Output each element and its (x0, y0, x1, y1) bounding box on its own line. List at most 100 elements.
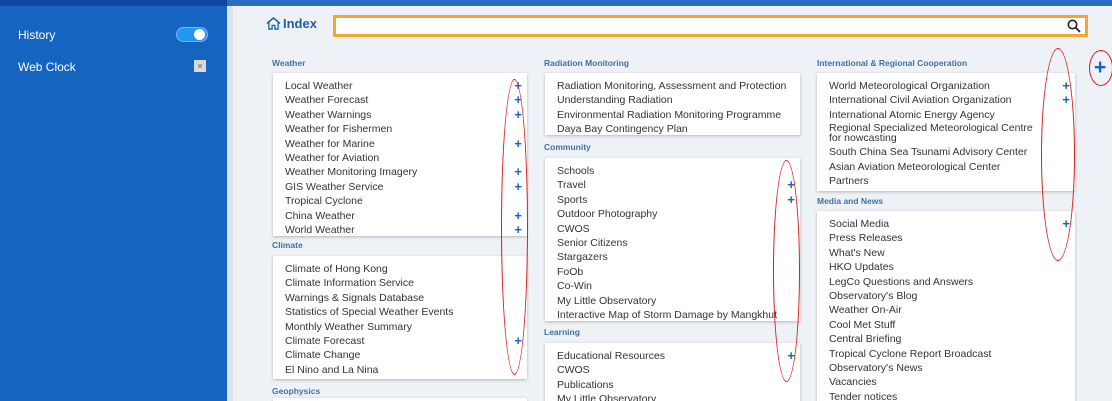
international-panel: World Meteorological Organization + Intern… (817, 73, 1075, 191)
history-toggle[interactable] (176, 27, 208, 42)
list-item[interactable]: Sports + (545, 192, 800, 207)
list-item[interactable]: Weather Warnings + (273, 107, 527, 122)
list-item[interactable]: Regional Specialized Meteorological Cent… (817, 122, 1075, 144)
list-item[interactable]: Stargazers (545, 250, 800, 264)
list-item[interactable]: Social Media + (817, 216, 1075, 231)
list-item-label: South China Sea Tsunami Advisory Center (829, 146, 1028, 159)
list-item[interactable]: Tender notices (817, 390, 1075, 401)
list-item[interactable]: Climate Information Service (273, 276, 527, 290)
list-item[interactable]: Schools (545, 164, 800, 178)
list-item[interactable]: Tropical Cyclone (273, 194, 527, 208)
list-item-label: Regional Specialized Meteorological Cent… (829, 122, 1033, 145)
list-item[interactable]: Interactive Map of Storm Damage by Mangk… (545, 308, 800, 322)
list-item[interactable]: Vacancies (817, 375, 1075, 389)
list-item-label: My Little Observatory (557, 393, 657, 401)
list-item[interactable]: Daya Bay Contingency Plan (545, 122, 800, 136)
list-item[interactable]: World Meteorological Organization + (817, 78, 1075, 93)
list-item[interactable]: CWOS (545, 222, 800, 236)
list-item[interactable]: Publications (545, 378, 800, 392)
annotation-ellipse (1041, 48, 1075, 261)
media-panel: Social Media + Press Releases What's New HKO… (817, 211, 1075, 401)
list-item[interactable]: Weather for Marine + (273, 136, 527, 151)
list-item[interactable]: Educational Resources + (545, 348, 800, 363)
list-item-label: Monthly Weather Summary (285, 320, 413, 333)
list-item[interactable]: Climate Change (273, 348, 527, 362)
list-item[interactable]: Local Weather + (273, 78, 527, 93)
sidebar-item-label: History (18, 28, 56, 42)
list-item[interactable]: GIS Weather Service + (273, 179, 527, 194)
list-item[interactable]: Observatory's News (817, 361, 1075, 375)
geophysics-title[interactable]: Geophysics (272, 386, 320, 396)
list-item[interactable]: International Civil Aviation Organizatio… (817, 92, 1075, 107)
list-item-label: Weather for Fishermen (285, 123, 393, 136)
list-item-label: International Atomic Energy Agency (829, 108, 995, 121)
list-item[interactable]: Press Releases (817, 231, 1075, 245)
list-item-label: China Weather (285, 209, 355, 222)
list-item[interactable]: Observatory's Blog (817, 289, 1075, 303)
radiation-title[interactable]: Radiation Monitoring (544, 58, 629, 68)
list-item[interactable]: Warnings & Signals Database (273, 291, 527, 305)
list-item[interactable]: Climate of Hong Kong (273, 262, 527, 276)
list-item[interactable]: My Little Observatory (545, 392, 800, 401)
list-item[interactable]: Asian Aviation Meteorological Center (817, 160, 1075, 174)
community-title[interactable]: Community (544, 142, 591, 152)
sidebar-item-web-clock[interactable]: Web Clock × (0, 51, 227, 80)
sidebar-item-history[interactable]: History (0, 19, 227, 48)
list-item[interactable]: Weather Monitoring Imagery + (273, 164, 527, 179)
list-item[interactable]: Monthly Weather Summary (273, 320, 527, 334)
list-item-label: FoOb (557, 265, 584, 278)
list-item[interactable]: Partners (817, 174, 1075, 188)
list-item-label: GIS Weather Service (285, 180, 384, 193)
list-item[interactable]: LegCo Questions and Answers (817, 275, 1075, 289)
list-item[interactable]: Climate Forecast + (273, 333, 527, 348)
list-item[interactable]: Travel + (545, 177, 800, 192)
list-item[interactable]: South China Sea Tsunami Advisory Center (817, 145, 1075, 159)
list-item[interactable]: Weather On-Air (817, 303, 1075, 317)
list-item[interactable]: Statistics of Special Weather Events (273, 305, 527, 319)
list-item-label: Stargazers (557, 251, 608, 264)
list-item-label: Weather On-Air (829, 304, 902, 317)
list-item[interactable]: HKO Updates (817, 260, 1075, 274)
expand-all-icon[interactable]: + (1094, 56, 1106, 80)
climate-title[interactable]: Climate (272, 240, 303, 250)
weather-title[interactable]: Weather (272, 58, 305, 68)
learning-panel: Educational Resources + CWOS Publications My… (545, 343, 800, 401)
list-item[interactable]: China Weather + (273, 208, 527, 223)
list-item[interactable]: Outdoor Photography (545, 207, 800, 221)
list-item[interactable]: Weather Forecast + (273, 92, 527, 107)
list-item[interactable]: Weather for Aviation (273, 151, 527, 165)
list-item-label: Weather Monitoring Imagery (285, 166, 418, 179)
annotation-ellipse (773, 160, 800, 382)
list-item[interactable]: Weather for Fishermen (273, 122, 527, 136)
list-item[interactable]: Tropical Cyclone Report Broadcast (817, 347, 1075, 361)
list-item-label: Tropical Cyclone (285, 195, 363, 208)
list-item-label: Outdoor Photography (557, 208, 658, 221)
learning-title[interactable]: Learning (544, 327, 580, 337)
list-item[interactable]: FoOb (545, 265, 800, 279)
list-item[interactable]: Cool Met Stuff (817, 318, 1075, 332)
index-link[interactable]: Index (266, 16, 317, 31)
list-item[interactable]: Senior Citizens (545, 236, 800, 250)
list-item[interactable]: International Atomic Energy Agency (817, 108, 1075, 122)
close-icon[interactable]: × (194, 60, 206, 72)
search-bar[interactable] (333, 15, 1088, 37)
list-item[interactable]: Radiation Monitoring, Assessment and Pro… (545, 79, 800, 93)
list-item[interactable]: Environmental Radiation Monitoring Progr… (545, 108, 800, 122)
list-item-label: Social Media (829, 218, 890, 230)
media-title[interactable]: Media and News (817, 196, 883, 206)
search-icon[interactable] (1067, 19, 1081, 33)
list-item[interactable]: What's New (817, 246, 1075, 260)
list-item-label: Partners (829, 175, 869, 187)
list-item[interactable]: World Weather + (273, 222, 527, 237)
list-item-label: Statistics of Special Weather Events (285, 306, 454, 319)
list-item[interactable]: Central Briefing (817, 332, 1075, 346)
list-item[interactable]: My Little Observatory (545, 294, 800, 308)
list-item[interactable]: Co-Win (545, 279, 800, 293)
list-item[interactable]: Understanding Radiation (545, 93, 800, 107)
list-item[interactable]: CWOS (545, 363, 800, 377)
list-item-label: Senior Citizens (557, 237, 628, 249)
international-title[interactable]: International & Regional Cooperation (817, 58, 967, 68)
search-input[interactable] (336, 19, 1085, 35)
list-item-label: Weather Warnings (285, 108, 372, 121)
list-item[interactable]: El Nino and La Nina (273, 363, 527, 377)
